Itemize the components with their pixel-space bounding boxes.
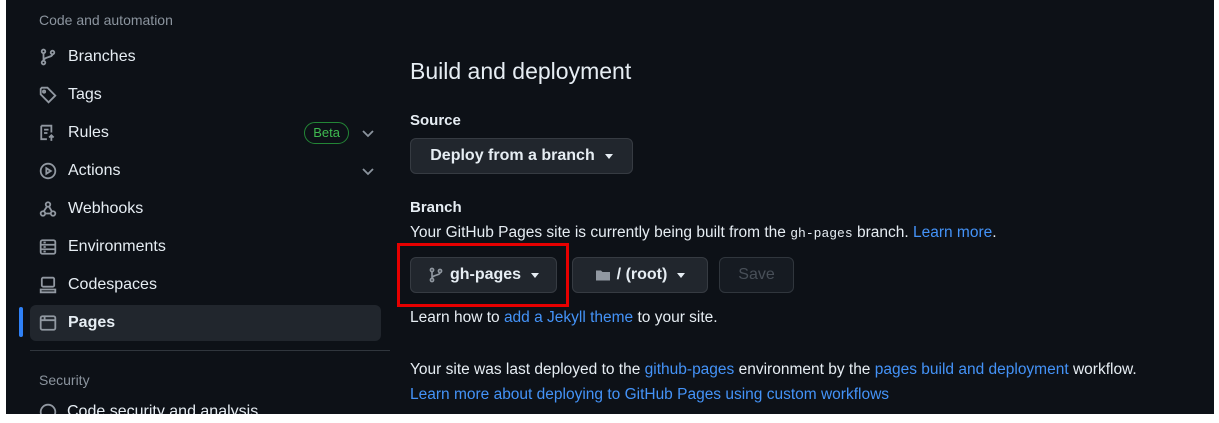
caret-down-icon [531, 272, 540, 278]
github-pages-env-link[interactable]: github-pages [645, 361, 735, 378]
sidebar-item-label: Branches [68, 48, 136, 65]
folder-icon [595, 270, 610, 281]
browser-icon [38, 313, 58, 333]
caret-down-icon [677, 272, 686, 278]
branch-icon [429, 267, 443, 283]
custom-workflows-link[interactable]: Learn more about deploying to GitHub Pag… [410, 386, 889, 403]
page-title: Build and deployment [410, 58, 632, 84]
custom-workflows-row: Learn more about deploying to GitHub Pag… [410, 386, 889, 404]
settings-sidebar: Code and automation Branches Tags Rules … [6, 0, 398, 414]
sidebar-item-code-security[interactable]: Code security and analysis [39, 403, 258, 414]
chevron-down-icon[interactable] [361, 126, 375, 140]
branch-description: Your GitHub Pages site is currently bein… [410, 224, 997, 242]
sidebar-item-label: Code security and analysis [67, 403, 259, 414]
pages-settings-main: Build and deployment Source Deploy from … [397, 0, 1210, 414]
branch-select-button[interactable]: gh-pages [410, 257, 557, 293]
sidebar-item-rules[interactable]: Rules Beta [30, 115, 381, 151]
sidebar-item-label: Pages [68, 314, 116, 331]
chevron-down-icon[interactable] [361, 164, 375, 178]
branch-text-before: Your GitHub Pages site is currently bein… [410, 224, 791, 241]
active-indicator [19, 307, 23, 337]
folder-button-label: / (root) [616, 266, 668, 283]
webhook-icon [38, 199, 58, 219]
deployment-status: Your site was last deployed to the githu… [410, 361, 1137, 379]
branch-text-after: branch. [852, 224, 913, 241]
sidebar-item-label: Environments [68, 238, 166, 255]
jekyll-text-after: to your site. [633, 309, 718, 326]
sidebar-item-label: Rules [68, 124, 109, 141]
deployed-text-mid: environment by the [734, 361, 875, 378]
source-label: Source [410, 112, 461, 129]
tag-icon [38, 85, 58, 105]
jekyll-theme-link[interactable]: add a Jekyll theme [504, 309, 633, 326]
caret-down-icon [604, 153, 613, 159]
sidebar-item-webhooks[interactable]: Webhooks [30, 191, 381, 227]
folder-select-button[interactable]: / (root) [572, 257, 708, 293]
learn-more-link[interactable]: Learn more [913, 224, 992, 241]
sidebar-item-environments[interactable]: Environments [30, 229, 381, 265]
branch-button-label: gh-pages [449, 266, 522, 283]
sidebar-item-pages[interactable]: Pages [30, 305, 381, 341]
sidebar-item-branches[interactable]: Branches [30, 39, 381, 75]
deployed-text-before: Your site was last deployed to the [410, 361, 645, 378]
sidebar-item-tags[interactable]: Tags [30, 77, 381, 113]
source-dropdown-button[interactable]: Deploy from a branch [410, 138, 633, 174]
section-heading-code-automation: Code and automation [39, 12, 173, 28]
shield-icon [39, 403, 57, 414]
sidebar-item-codespaces[interactable]: Codespaces [30, 267, 381, 303]
jekyll-text-before: Learn how to [410, 309, 504, 326]
server-icon [38, 237, 58, 257]
branch-label: Branch [410, 199, 462, 216]
jekyll-text: Learn how to add a Jekyll theme to your … [410, 309, 718, 327]
workflow-link[interactable]: pages build and deployment [875, 361, 1069, 378]
sidebar-item-actions[interactable]: Actions [30, 153, 381, 189]
sidebar-item-label: Tags [68, 86, 102, 103]
codespaces-icon [38, 275, 58, 295]
section-heading-security: Security [39, 372, 90, 388]
branch-icon [38, 47, 58, 67]
deployed-text-after: workflow. [1068, 361, 1137, 378]
sidebar-divider [30, 350, 390, 351]
branch-code: gh-pages [790, 226, 853, 241]
sidebar-item-label: Webhooks [68, 200, 144, 217]
save-button[interactable]: Save [719, 257, 794, 293]
play-icon [38, 161, 58, 181]
sidebar-item-label: Actions [68, 162, 121, 179]
settings-frame: Code and automation Branches Tags Rules … [6, 0, 1214, 414]
source-button-label: Deploy from a branch [430, 147, 595, 164]
rules-icon [38, 123, 58, 143]
sidebar-item-label: Codespaces [68, 276, 157, 293]
beta-badge: Beta [304, 122, 349, 144]
period: . [992, 224, 997, 241]
